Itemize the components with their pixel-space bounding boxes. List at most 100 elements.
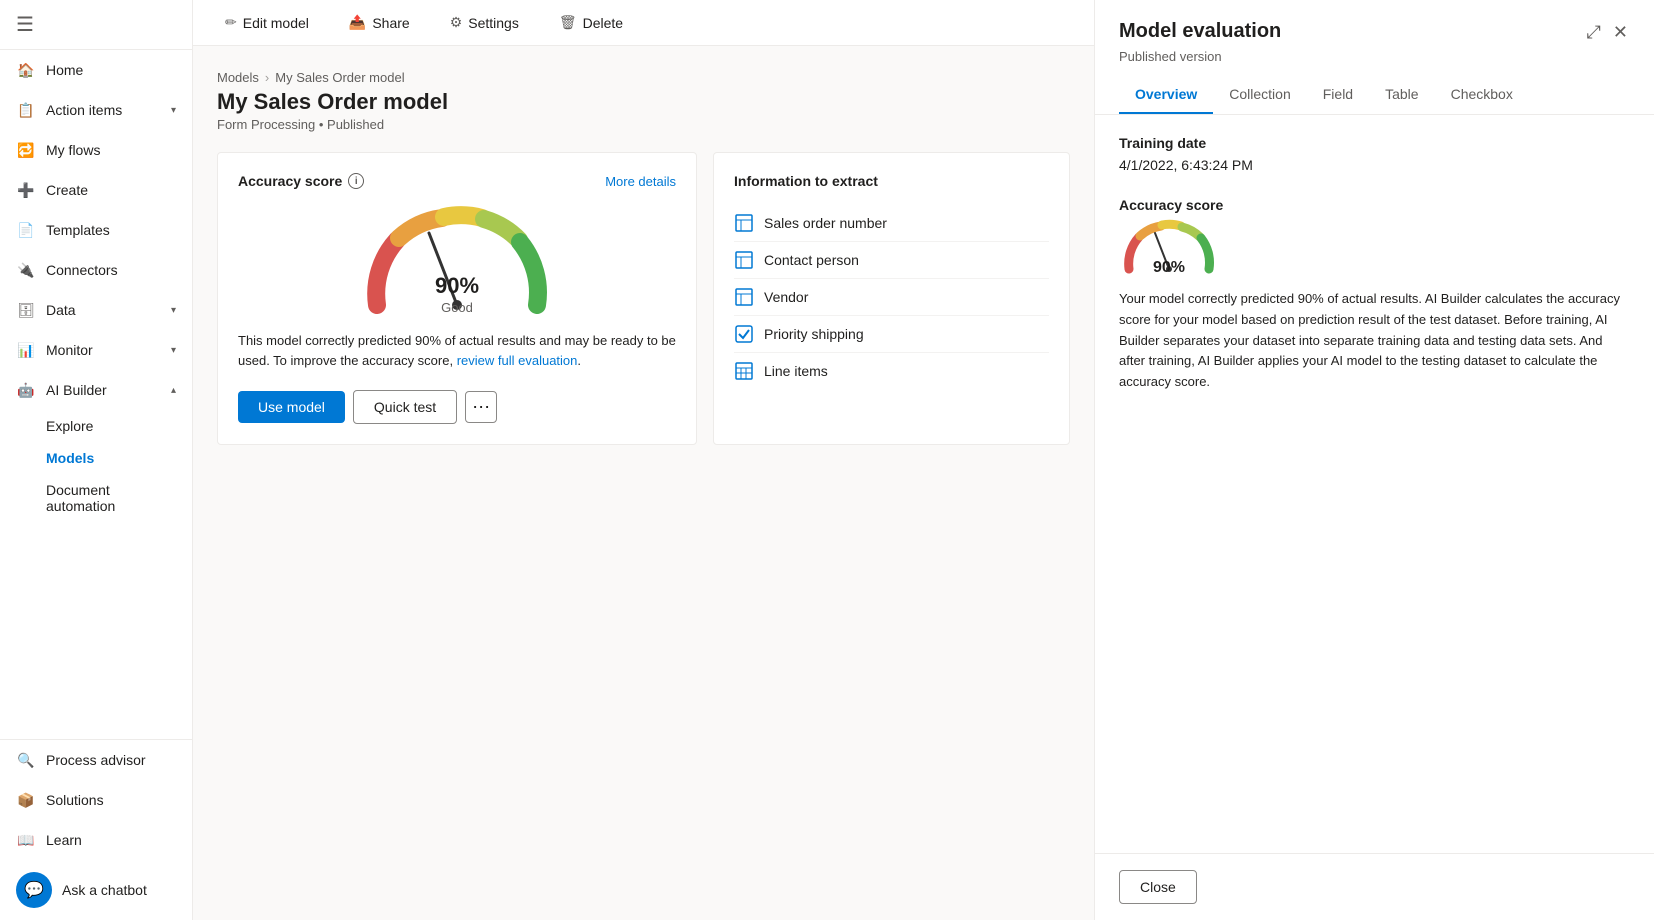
info-item-label: Priority shipping <box>764 326 864 342</box>
sidebar-item-label: My flows <box>46 142 100 158</box>
sidebar: ☰ 🏠 Home 📋 Action items ▾ 🔁 My flows ➕ C… <box>0 0 193 920</box>
sidebar-item-label: AI Builder <box>46 382 107 398</box>
table-icon <box>734 250 754 270</box>
sidebar-item-connectors[interactable]: 🔌 Connectors <box>0 250 192 290</box>
eval-panel: Model evaluation ⤢ ✕ Published version O… <box>1094 0 1654 920</box>
main-content: ✏ Edit model 📤 Share ⚙ Settings 🗑 Delete… <box>193 0 1094 920</box>
close-icon: ✕ <box>1613 22 1628 42</box>
info-item-label: Contact person <box>764 252 859 268</box>
eval-subtitle: Published version <box>1119 49 1630 64</box>
eval-tabs: Overview Collection Field Table Checkbox <box>1119 76 1630 114</box>
learn-icon: 📖 <box>16 830 36 850</box>
flows-icon: 🔁 <box>16 140 36 160</box>
expand-button[interactable]: ⤢ <box>1585 20 1603 45</box>
delete-icon: 🗑 <box>559 14 577 31</box>
toolbar: ✏ Edit model 📤 Share ⚙ Settings 🗑 Delete <box>193 0 1094 46</box>
sidebar-item-create[interactable]: ➕ Create <box>0 170 192 210</box>
sidebar-item-label: Connectors <box>46 262 118 278</box>
accuracy-score-title: Accuracy score <box>238 173 342 189</box>
sidebar-item-templates[interactable]: 📄 Templates <box>0 210 192 250</box>
home-icon: 🏠 <box>16 60 36 80</box>
accuracy-eval-description: Your model correctly predicted 90% of ac… <box>1119 289 1630 393</box>
sidebar-sub-item-models[interactable]: Models <box>0 442 192 474</box>
sidebar-item-label: Learn <box>46 832 82 848</box>
chevron-down-icon: ▾ <box>171 105 176 116</box>
sidebar-item-my-flows[interactable]: 🔁 My flows <box>0 130 192 170</box>
sidebar-item-learn[interactable]: 📖 Learn <box>0 820 192 860</box>
sidebar-item-action-items[interactable]: 📋 Action items ▾ <box>0 90 192 130</box>
info-card-title: Information to extract <box>734 173 1049 189</box>
info-icon[interactable]: i <box>348 173 364 189</box>
ai-builder-icon: 🤖 <box>16 380 36 400</box>
sidebar-item-process-advisor[interactable]: 🔍 Process advisor <box>0 740 192 780</box>
use-model-button[interactable]: Use model <box>238 391 345 423</box>
sidebar-sub-item-label: Models <box>46 450 94 466</box>
info-item-label: Sales order number <box>764 215 887 231</box>
close-panel-button[interactable]: ✕ <box>1611 20 1630 45</box>
sidebar-item-label: Process advisor <box>46 752 146 768</box>
sidebar-sub-item-document-automation[interactable]: Document automation <box>0 474 192 522</box>
review-evaluation-link[interactable]: review full evaluation <box>457 353 578 368</box>
settings-label: Settings <box>468 15 519 31</box>
chatbot-button[interactable]: 💬 Ask a chatbot <box>0 860 192 920</box>
list-item: Priority shipping <box>734 316 1049 353</box>
sidebar-sub-item-explore[interactable]: Explore <box>0 410 192 442</box>
chevron-down-icon: ▾ <box>171 345 176 356</box>
tab-checkbox[interactable]: Checkbox <box>1435 76 1529 114</box>
checkbox-icon <box>734 324 754 344</box>
list-item: Sales order number <box>734 205 1049 242</box>
action-items-icon: 📋 <box>16 100 36 120</box>
more-options-button[interactable]: ⋯ <box>465 391 497 423</box>
training-date-label: Training date <box>1119 135 1630 151</box>
sidebar-item-monitor[interactable]: 📊 Monitor ▾ <box>0 330 192 370</box>
solutions-icon: 📦 <box>16 790 36 810</box>
sidebar-item-ai-builder[interactable]: 🤖 AI Builder ▴ <box>0 370 192 410</box>
list-item: Contact person <box>734 242 1049 279</box>
eval-title: Model evaluation <box>1119 20 1281 43</box>
delete-button[interactable]: 🗑 Delete <box>551 10 631 35</box>
sidebar-item-label: Home <box>46 62 83 78</box>
training-date-section: Training date 4/1/2022, 6:43:24 PM <box>1119 135 1630 173</box>
data-icon: 🗄 <box>16 300 36 320</box>
more-details-link[interactable]: More details <box>605 174 676 189</box>
share-button[interactable]: 📤 Share <box>341 10 418 35</box>
page-subtitle: Form Processing • Published <box>217 117 1070 132</box>
page-title: My Sales Order model <box>217 89 1070 115</box>
small-gauge-label: 90% <box>1153 259 1185 277</box>
process-advisor-icon: 🔍 <box>16 750 36 770</box>
breadcrumb-parent[interactable]: Models <box>217 70 259 85</box>
sidebar-item-label: Create <box>46 182 88 198</box>
gauge-label: 90% Good <box>435 273 479 315</box>
close-button[interactable]: Close <box>1119 870 1197 904</box>
hamburger-button[interactable]: ☰ <box>16 12 34 37</box>
edit-model-button[interactable]: ✏ Edit model <box>217 10 317 35</box>
delete-label: Delete <box>583 15 623 31</box>
cards-row: Accuracy score i More details <box>217 152 1070 445</box>
tab-overview[interactable]: Overview <box>1119 76 1213 114</box>
accuracy-card: Accuracy score i More details <box>217 152 697 445</box>
info-item-label: Vendor <box>764 289 808 305</box>
grid-icon <box>734 361 754 381</box>
sidebar-item-home[interactable]: 🏠 Home <box>0 50 192 90</box>
breadcrumb: Models › My Sales Order model <box>217 70 1070 85</box>
table-icon <box>734 287 754 307</box>
small-gauge-container: 90% <box>1119 219 1630 277</box>
chatbot-icon: 💬 <box>16 872 52 908</box>
settings-button[interactable]: ⚙ Settings <box>442 10 527 35</box>
sidebar-item-solutions[interactable]: 📦 Solutions <box>0 780 192 820</box>
chevron-up-icon: ▴ <box>171 385 176 396</box>
accuracy-score-section: Accuracy score <box>1119 197 1630 393</box>
quick-test-button[interactable]: Quick test <box>353 390 457 424</box>
sidebar-sub-item-label: Explore <box>46 418 93 434</box>
create-icon: ➕ <box>16 180 36 200</box>
training-date-value: 4/1/2022, 6:43:24 PM <box>1119 157 1630 173</box>
eval-header: Model evaluation ⤢ ✕ Published version O… <box>1095 0 1654 115</box>
sidebar-item-label: Action items <box>46 102 122 118</box>
table-icon <box>734 213 754 233</box>
sidebar-item-data[interactable]: 🗄 Data ▾ <box>0 290 192 330</box>
tab-field[interactable]: Field <box>1307 76 1369 114</box>
tab-table[interactable]: Table <box>1369 76 1434 114</box>
gauge-chart: 90% Good <box>357 205 557 315</box>
share-icon: 📤 <box>349 14 366 31</box>
tab-collection[interactable]: Collection <box>1213 76 1306 114</box>
